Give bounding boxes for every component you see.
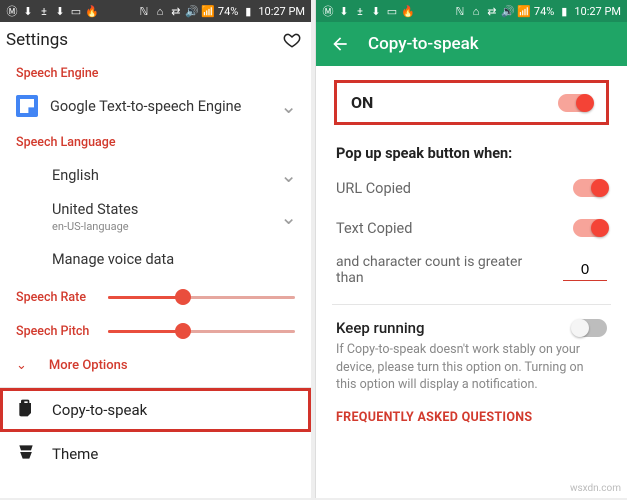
flame-icon: 🔥	[402, 5, 414, 17]
signal-icon: 📶	[202, 5, 214, 17]
download-icon: ⬇	[22, 5, 34, 17]
more-options-label: More Options	[49, 358, 128, 373]
region-row[interactable]: United States en-US-language ⌄	[0, 196, 311, 238]
sync-icon: ⇄	[170, 5, 182, 17]
manage-voice-row[interactable]: Manage voice data	[0, 238, 311, 280]
section-speech-language: Speech Language	[0, 127, 311, 154]
keep-running-row[interactable]: Keep running	[316, 309, 627, 339]
region-sub: en-US-language	[52, 220, 268, 233]
status-bar: Ⓜ ⬇ ± ⬇ ▭ 🔥 ℕ ⌂ ⇄ 🔊 📶 74% ▮ 10:27 PM	[316, 0, 627, 22]
volume-icon: 🔊	[502, 5, 514, 17]
status-icon: Ⓜ	[6, 5, 18, 17]
appbar: Copy-to-speak	[316, 22, 627, 66]
status-right: ℕ ⌂ ⇄ 🔊 📶 74% ▮ 10:27 PM	[138, 5, 305, 18]
clock: 10:27 PM	[574, 5, 621, 18]
speech-pitch-slider[interactable]	[108, 330, 295, 333]
settings-screen: Ⓜ ⬇ ± ⬇ ▭ 🔥 ℕ ⌂ ⇄ 🔊 📶 74% ▮ 10:27 PM Set…	[0, 0, 311, 498]
status-icon: ⌂	[154, 5, 166, 17]
char-count-input[interactable]	[563, 259, 607, 281]
speech-rate-row: Speech Rate	[0, 280, 311, 314]
theme-icon	[16, 442, 36, 466]
url-copied-row[interactable]: URL Copied	[316, 168, 627, 208]
battery-pct: 74%	[534, 5, 554, 18]
flame-icon: 🔥	[86, 5, 98, 17]
text-copied-label: Text Copied	[336, 220, 573, 237]
favorite-button[interactable]	[283, 31, 301, 49]
battery-icon: ▮	[242, 5, 254, 17]
master-toggle-row[interactable]: ON	[334, 80, 609, 125]
menu-theme[interactable]: Theme	[0, 432, 311, 476]
url-copied-switch[interactable]	[573, 179, 607, 197]
speech-pitch-label: Speech Pitch	[16, 324, 100, 339]
watermark: wsxdn.com	[570, 483, 621, 494]
clock: 10:27 PM	[258, 5, 305, 18]
chevron-down-icon: ⌄	[280, 163, 297, 187]
text-copied-switch[interactable]	[573, 219, 607, 237]
sync-icon: ⇄	[486, 5, 498, 17]
char-count-label: and character count is greater than	[336, 254, 553, 286]
keep-running-switch[interactable]	[573, 319, 607, 337]
status-icon: ⌂	[470, 5, 482, 17]
download-icon: ⬇	[370, 5, 382, 17]
more-options-row[interactable]: ⌄ More Options	[0, 348, 311, 383]
speech-rate-label: Speech Rate	[16, 290, 100, 305]
chevron-down-icon: ⌄	[280, 94, 297, 118]
status-left: Ⓜ ⬇ ± ⬇ ▭ 🔥	[6, 5, 98, 17]
status-icon: ±	[354, 5, 366, 17]
status-icon: ±	[38, 5, 50, 17]
page-title: Settings	[6, 30, 68, 50]
back-button[interactable]	[330, 34, 350, 54]
status-bar: Ⓜ ⬇ ± ⬇ ▭ 🔥 ℕ ⌂ ⇄ 🔊 📶 74% ▮ 10:27 PM	[0, 0, 311, 22]
appbar-title: Copy-to-speak	[368, 34, 479, 54]
settings-header: Settings	[0, 22, 311, 58]
menu-theme-label: Theme	[52, 445, 98, 463]
keep-running-desc: If Copy-to-speak doesn't work stably on …	[316, 339, 627, 404]
faq-link[interactable]: FREQUENTLY ASKED QUESTIONS	[316, 404, 627, 435]
engine-name: Google Text-to-speech Engine	[50, 98, 268, 115]
engine-row[interactable]: Google Text-to-speech Engine ⌄	[0, 85, 311, 127]
battery-pct: 74%	[218, 5, 238, 18]
battery-icon: ▮	[558, 5, 570, 17]
char-count-row: and character count is greater than	[316, 248, 627, 300]
download-icon: ⬇	[338, 5, 350, 17]
section-speech-engine: Speech Engine	[0, 58, 311, 85]
divider	[332, 304, 611, 305]
chevron-down-icon: ⌄	[280, 205, 297, 229]
chevron-down-icon: ⌄	[16, 358, 27, 373]
copy-to-speak-screen: Ⓜ ⬇ ± ⬇ ▭ 🔥 ℕ ⌂ ⇄ 🔊 📶 74% ▮ 10:27 PM Cop…	[315, 0, 627, 498]
status-icon: Ⓜ	[322, 5, 334, 17]
popup-section-title: Pop up speak button when:	[316, 133, 627, 168]
keep-running-label: Keep running	[336, 319, 425, 337]
manage-voice-label: Manage voice data	[52, 251, 297, 268]
master-switch[interactable]	[558, 94, 592, 112]
status-icon: ▭	[386, 5, 398, 17]
language-name: English	[52, 167, 268, 184]
tts-engine-icon	[16, 95, 38, 117]
signal-icon: 📶	[518, 5, 530, 17]
region-label: United States	[52, 201, 138, 218]
status-right: ℕ ⌂ ⇄ 🔊 📶 74% ▮ 10:27 PM	[454, 5, 621, 18]
status-left: Ⓜ ⬇ ± ⬇ ▭ 🔥	[322, 5, 414, 17]
clipboard-speak-icon	[16, 398, 36, 422]
status-icon: ℕ	[454, 5, 466, 17]
region-name: United States en-US-language	[52, 201, 268, 233]
text-copied-row[interactable]: Text Copied	[316, 208, 627, 248]
download-icon: ⬇	[54, 5, 66, 17]
speech-rate-slider[interactable]	[108, 296, 295, 299]
url-copied-label: URL Copied	[336, 180, 573, 197]
menu-copy-label: Copy-to-speak	[52, 401, 147, 419]
menu-copy-to-speak[interactable]: Copy-to-speak	[0, 388, 311, 432]
master-toggle-label: ON	[351, 93, 373, 112]
status-icon: ▭	[70, 5, 82, 17]
speech-pitch-row: Speech Pitch	[0, 314, 311, 348]
volume-icon: 🔊	[186, 5, 198, 17]
status-icon: ℕ	[138, 5, 150, 17]
language-row[interactable]: English ⌄	[0, 154, 311, 196]
